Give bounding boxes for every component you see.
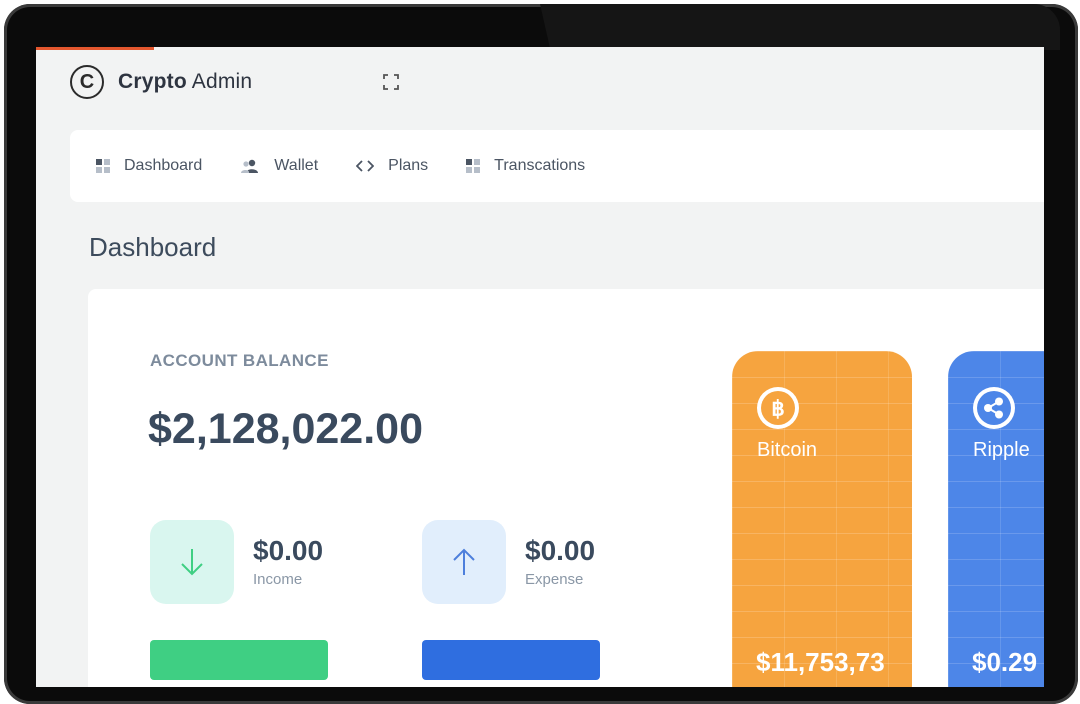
income-label: Income	[253, 570, 303, 588]
bitcoin-icon: ฿	[757, 387, 799, 429]
nav-label: Plans	[388, 157, 429, 174]
expense-value: $0.00	[525, 535, 596, 567]
nav-item-plans[interactable]: Plans	[356, 157, 428, 175]
brand-name-light: Admin	[191, 70, 253, 93]
coin-name: Ripple	[973, 439, 1030, 461]
balance-value: $2,128,022.00	[148, 405, 423, 453]
app-screen: C Crypto Admin Dashboard Wallet Plans Tr…	[36, 47, 1044, 687]
brand-name: Crypto Admin	[118, 70, 252, 94]
coin-amount: $11,753,73	[756, 647, 885, 677]
grid-icon	[96, 159, 110, 173]
logo-icon: C	[70, 65, 104, 99]
brand-logo[interactable]: C Crypto Admin	[70, 65, 252, 99]
arrow-down-icon	[181, 549, 203, 576]
expense-label: Expense	[525, 570, 584, 588]
income-icon-box	[150, 520, 234, 604]
expense-stat: $0.00 Expense	[422, 520, 595, 604]
nav-label: Dashboard	[124, 157, 203, 174]
arrow-up-icon	[453, 548, 475, 575]
nav-item-transactions[interactable]: Transcations	[466, 157, 585, 175]
expense-button[interactable]	[422, 640, 600, 680]
expense-text: $0.00 Expense	[525, 535, 596, 588]
balance-label: ACCOUNT BALANCE	[150, 351, 329, 370]
coin-amount: $0.29	[972, 647, 1038, 677]
account-balance-card: ACCOUNT BALANCE $2,128,022.00 $0.00 Inco…	[88, 289, 1044, 687]
nav-label: Wallet	[274, 157, 319, 174]
income-value: $0.00	[253, 535, 324, 567]
ripple-card[interactable]: Ripple $0.29	[948, 351, 1044, 687]
fullscreen-icon[interactable]	[382, 73, 400, 91]
nav-label: Transcations	[494, 157, 586, 174]
loading-bar	[36, 47, 154, 50]
top-nav: Dashboard Wallet Plans Transcations	[70, 130, 1044, 202]
coin-name: Bitcoin	[757, 439, 818, 461]
users-icon	[241, 159, 259, 173]
bitcoin-card[interactable]: ฿ Bitcoin $11,753,73	[732, 351, 912, 687]
nav-item-dashboard[interactable]: Dashboard	[96, 157, 202, 175]
svg-text:฿: ฿	[771, 398, 784, 421]
income-stat: $0.00 Income	[150, 520, 323, 604]
nav-item-wallet[interactable]: Wallet	[240, 157, 318, 175]
ripple-icon	[973, 387, 1015, 429]
expense-icon-box	[422, 520, 506, 604]
brand-name-bold: Crypto	[118, 70, 187, 93]
code-icon	[356, 160, 375, 172]
income-text: $0.00 Income	[253, 535, 324, 588]
bezel-glare	[540, 4, 1060, 50]
income-button[interactable]	[150, 640, 328, 680]
page-title: Dashboard	[89, 232, 217, 262]
grid-icon	[466, 159, 481, 173]
